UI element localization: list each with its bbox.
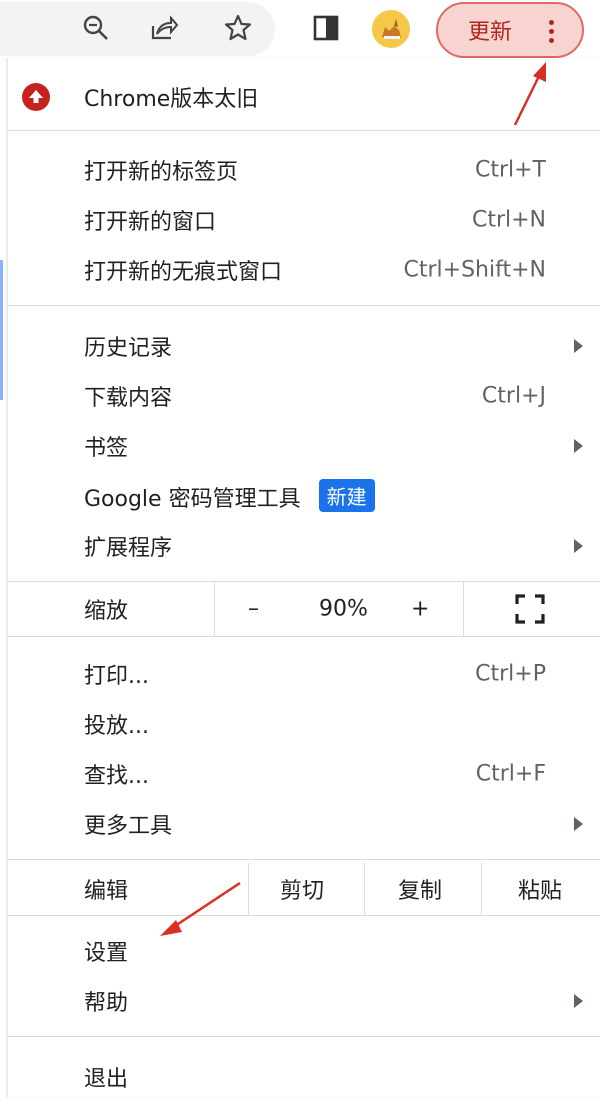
password-manager-text: Google 密码管理工具 <box>84 487 301 512</box>
zoom-row: 缩放 – 90% + <box>8 582 600 636</box>
menu-separator <box>8 305 600 306</box>
history-label: 历史记录 <box>84 336 173 361</box>
share-icon[interactable] <box>146 10 182 46</box>
menu-item-password-manager[interactable]: Google 密码管理工具 新建 <box>8 473 600 519</box>
side-panel-icon[interactable] <box>308 10 344 46</box>
edit-row: 编辑 剪切 复制 粘贴 <box>8 863 600 915</box>
zoom-divider <box>463 582 464 636</box>
bookmark-star-icon[interactable] <box>220 10 256 46</box>
new-window-label: 打开新的窗口 <box>84 210 217 235</box>
zoom-icon[interactable] <box>78 10 114 46</box>
edit-label: 编辑 <box>84 879 129 904</box>
downloads-label: 下载内容 <box>84 386 173 411</box>
menu-item-new-incognito-window[interactable]: 打开新的无痕式窗口 Ctrl+Shift+N <box>8 247 600 293</box>
menu-item-new-window[interactable]: 打开新的窗口 Ctrl+N <box>8 197 600 243</box>
password-manager-label: Google 密码管理工具 新建 <box>84 479 375 513</box>
menu-item-print[interactable]: 打印... Ctrl+P <box>8 651 600 697</box>
zoom-label: 缩放 <box>84 599 129 624</box>
menu-separator <box>8 636 600 637</box>
submenu-arrow-icon <box>574 817 583 831</box>
corgi-avatar-icon <box>372 10 410 48</box>
menu-separator <box>8 915 600 916</box>
update-notice-label: Chrome版本太旧 <box>84 87 259 112</box>
submenu-arrow-icon <box>574 339 583 353</box>
exit-label: 退出 <box>84 1067 129 1092</box>
menu-item-history[interactable]: 历史记录 <box>8 323 600 369</box>
menu-item-cast[interactable]: 投放... <box>8 701 600 747</box>
find-label: 查找... <box>84 764 149 789</box>
submenu-arrow-icon <box>574 994 583 1008</box>
new-tab-label: 打开新的标签页 <box>84 160 239 185</box>
browser-toolbar: 更新 <box>0 0 600 62</box>
menu-item-find[interactable]: 查找... Ctrl+F <box>8 751 600 797</box>
more-tools-label: 更多工具 <box>84 814 173 839</box>
settings-label: 设置 <box>84 941 129 966</box>
menu-item-bookmarks[interactable]: 书签 <box>8 423 600 469</box>
help-label: 帮助 <box>84 991 129 1016</box>
edit-divider <box>481 863 482 915</box>
new-window-shortcut: Ctrl+N <box>471 207 546 233</box>
chrome-main-menu: Chrome版本太旧 打开新的标签页 Ctrl+T 打开新的窗口 Ctrl+N … <box>7 58 600 1097</box>
zoom-out-button[interactable]: – <box>248 597 259 622</box>
downloads-shortcut: Ctrl+J <box>481 383 546 409</box>
paste-button[interactable]: 粘贴 <box>518 873 562 905</box>
edit-divider <box>364 863 365 915</box>
menu-separator <box>8 1036 600 1037</box>
new-incognito-label: 打开新的无痕式窗口 <box>84 260 283 285</box>
menu-item-settings[interactable]: 设置 <box>8 928 600 974</box>
menu-item-extensions[interactable]: 扩展程序 <box>8 523 600 569</box>
print-label: 打印... <box>84 664 149 689</box>
menu-item-new-tab[interactable]: 打开新的标签页 Ctrl+T <box>8 147 600 193</box>
menu-item-more-tools[interactable]: 更多工具 <box>8 801 600 847</box>
menu-item-downloads[interactable]: 下载内容 Ctrl+J <box>8 373 600 419</box>
copy-button[interactable]: 复制 <box>398 873 442 905</box>
update-arrow-icon <box>22 83 50 111</box>
update-button[interactable]: 更新 <box>436 2 584 58</box>
extensions-label: 扩展程序 <box>84 536 173 561</box>
print-shortcut: Ctrl+P <box>475 661 546 687</box>
menu-item-help[interactable]: 帮助 <box>8 978 600 1024</box>
bookmarks-label: 书签 <box>84 436 129 461</box>
new-incognito-shortcut: Ctrl+Shift+N <box>403 257 546 283</box>
menu-item-exit[interactable]: 退出 <box>8 1054 600 1100</box>
update-button-label: 更新 <box>468 20 513 45</box>
submenu-arrow-icon <box>574 539 583 553</box>
cast-label: 投放... <box>84 714 149 739</box>
menu-item-update-notice[interactable]: Chrome版本太旧 <box>8 72 600 122</box>
page-edge <box>0 62 7 1097</box>
fullscreen-icon[interactable] <box>515 594 545 624</box>
new-badge: 新建 <box>318 479 375 512</box>
new-tab-shortcut: Ctrl+T <box>474 157 546 183</box>
zoom-in-button[interactable]: + <box>411 597 429 622</box>
menu-separator <box>8 859 600 860</box>
zoom-divider <box>214 582 215 636</box>
kebab-menu-icon[interactable] <box>536 14 566 48</box>
find-shortcut: Ctrl+F <box>475 761 546 787</box>
menu-separator <box>8 130 600 131</box>
profile-avatar[interactable] <box>372 10 410 48</box>
submenu-arrow-icon <box>574 439 583 453</box>
edit-divider <box>248 863 249 915</box>
zoom-level-value: 90% <box>319 596 368 622</box>
cut-button[interactable]: 剪切 <box>280 873 324 905</box>
